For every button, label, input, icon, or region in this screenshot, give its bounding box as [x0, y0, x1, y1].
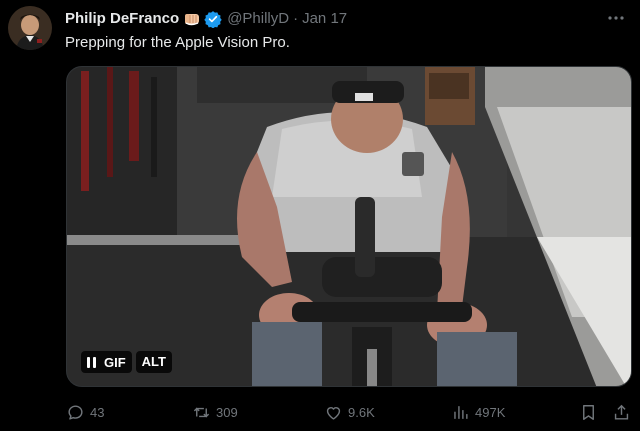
tweet-text: Prepping for the Apple Vision Pro.	[65, 34, 290, 51]
avatar-image	[8, 6, 52, 50]
views-count: 497K	[475, 404, 506, 420]
tweet-date[interactable]: Jan 17	[302, 9, 347, 29]
gif-frame	[67, 67, 631, 386]
bookmark-button[interactable]	[579, 400, 598, 424]
separator-dot: ·	[293, 10, 299, 27]
views-button[interactable]: 497K	[451, 400, 505, 424]
verified-badge-icon[interactable]	[204, 10, 222, 28]
alt-text-button[interactable]: ALT	[135, 351, 172, 373]
like-count: 9.6K	[348, 404, 375, 420]
display-name[interactable]: Philip DeFranco	[65, 9, 179, 29]
retweet-count: 309	[216, 404, 238, 420]
retweet-button[interactable]: 309	[192, 400, 238, 424]
more-options-icon[interactable]	[606, 8, 626, 28]
tweet: Philip DeFranco @PhillyD · Jan 17 Preppi…	[0, 0, 640, 431]
tweet-actions: 43 309 9.6K 497K	[66, 400, 632, 424]
media-controls: GIF ALT	[81, 351, 172, 373]
reply-icon	[68, 404, 83, 420]
pause-icon[interactable]	[87, 356, 96, 368]
like-button[interactable]: 9.6K	[324, 400, 375, 424]
raised-fist-emoji	[183, 10, 201, 28]
gif-control[interactable]: GIF	[81, 351, 132, 373]
retweet-icon	[193, 407, 210, 417]
share-icon	[614, 404, 629, 420]
avatar[interactable]	[8, 6, 52, 50]
heart-icon	[326, 406, 341, 420]
alt-label: ALT	[141, 354, 166, 369]
reply-count: 43	[90, 404, 105, 420]
share-button[interactable]	[612, 400, 631, 424]
views-chart-icon	[454, 405, 468, 419]
handle[interactable]: @PhillyD	[227, 9, 289, 29]
bookmark-icon	[583, 404, 594, 420]
media-gif[interactable]: GIF ALT	[66, 66, 632, 387]
tweet-header: Philip DeFranco @PhillyD · Jan 17	[65, 8, 347, 30]
reply-button[interactable]: 43	[66, 400, 104, 424]
gif-label: GIF	[104, 354, 126, 370]
